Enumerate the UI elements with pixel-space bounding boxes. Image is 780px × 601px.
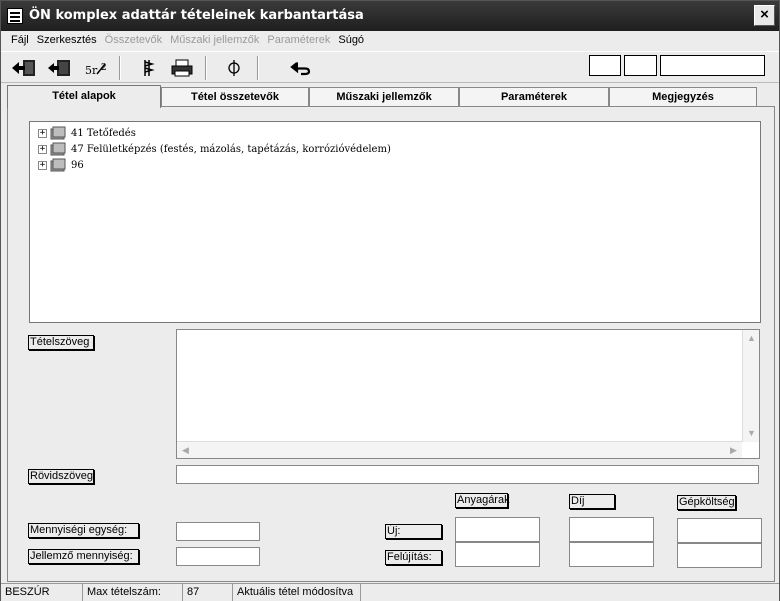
tree-node[interactable]: + 47 Felületképzés (festés, mázolás, tap… (38, 141, 760, 157)
dij-label: Díj (569, 494, 615, 509)
status-bar: BESZÚR Max tételszám: 87 Aktuális tétel … (1, 583, 779, 601)
status-max-value: 87 (183, 584, 233, 601)
record-field-3[interactable] (660, 55, 765, 76)
tree-node[interactable]: + 96 (38, 157, 760, 173)
uj-label: Új: (385, 524, 442, 539)
expand-icon[interactable]: + (38, 128, 47, 138)
status-max-label: Max tételszám: (83, 584, 183, 601)
tetelszoveg-textarea[interactable]: ▲ ▼ ◀ ▶ (176, 329, 760, 459)
fraction-icon: 5r 2 (85, 63, 107, 77)
app-icon (7, 8, 23, 24)
rovidszoveg-field[interactable] (176, 465, 759, 484)
item-tree[interactable]: + 41 Tetőfedés + 47 Felületképzés (festé… (29, 121, 761, 323)
back-door-button[interactable] (45, 56, 75, 80)
tree-node-label: 41 Tetőfedés (71, 127, 136, 139)
dij-felujitas-field[interactable] (569, 542, 654, 567)
tree-node-label: 47 Felületképzés (festés, mázolás, tapét… (71, 143, 391, 155)
menu-sugo[interactable]: Súgó (334, 34, 368, 46)
menu-parameterek[interactable]: Paraméterek (263, 34, 334, 46)
exit-door-button[interactable] (9, 56, 39, 80)
record-field-1[interactable] (589, 55, 621, 76)
gepkoltseg-label: Gépköltség (677, 495, 736, 510)
menu-szerkesztes[interactable]: Szerkesztés (33, 34, 101, 46)
anyagarak-uj-field[interactable] (455, 517, 540, 542)
scroll-left-icon[interactable]: ◀ (177, 442, 194, 459)
column-icon (144, 60, 155, 76)
tetelszoveg-label: Tételszöveg (28, 335, 94, 350)
tab-strip: Tétel alapok Tétel összetevők Műszaki je… (7, 85, 775, 108)
column-button[interactable] (133, 56, 163, 80)
menu-fajl[interactable]: Fájl (7, 34, 33, 46)
tree-node[interactable]: + 41 Tetőfedés (38, 125, 760, 141)
status-empty (361, 584, 779, 601)
scroll-right-icon[interactable]: ▶ (725, 442, 742, 459)
status-message: Aktuális tétel módosítva (233, 584, 361, 601)
anyagarak-label: Anyagárak (455, 493, 510, 508)
jellemzo-mennyiseg-label: Jellemző mennyiség: (28, 549, 139, 564)
dij-uj-field[interactable] (569, 517, 654, 542)
expand-icon[interactable]: + (38, 160, 47, 170)
mennyisegi-egyseg-field[interactable] (176, 522, 260, 541)
tab-muszaki-jellemzok[interactable]: Műszaki jellemzők (309, 87, 459, 107)
vertical-scrollbar[interactable]: ▲ ▼ (742, 330, 759, 442)
record-field-2[interactable] (624, 55, 657, 76)
gepkoltseg-felujitas-field[interactable] (677, 543, 762, 568)
gepkoltseg-uj-field[interactable] (677, 518, 762, 543)
undo-button[interactable] (287, 56, 317, 80)
svg-text:5r: 5r (85, 64, 98, 77)
jellemzo-mennyiseg-field[interactable] (176, 547, 260, 566)
anyagarak-felujitas-field[interactable] (455, 542, 540, 567)
toolbar-separator (257, 56, 259, 80)
toolbar-separator (119, 56, 121, 80)
menu-bar: Fájl Szerkesztés Összetevők Műszaki jell… (1, 31, 779, 49)
main-window: ÖN komplex adattár tételeinek karbantart… (0, 0, 780, 601)
scroll-down-icon[interactable]: ▼ (743, 425, 760, 442)
door-back-icon (48, 60, 70, 76)
book-icon (50, 158, 66, 172)
close-button[interactable]: × (754, 5, 775, 26)
title-bar[interactable]: ÖN komplex adattár tételeinek karbantart… (1, 1, 779, 31)
felujitas-label: Felújítás: (385, 550, 442, 565)
expand-icon[interactable]: + (38, 144, 47, 154)
toolbar-separator (205, 56, 207, 80)
horizontal-scrollbar[interactable]: ◀ ▶ (177, 441, 742, 458)
exit-door-icon (12, 60, 35, 76)
tree-node-label: 96 (71, 159, 84, 171)
menu-osszetevok[interactable]: Összetevők (101, 34, 166, 46)
book-icon (50, 142, 66, 156)
rovidszoveg-label: Rövidszöveg (28, 469, 94, 484)
tab-parameterek[interactable]: Paraméterek (459, 87, 609, 107)
status-mode: BESZÚR (1, 584, 83, 601)
phi-icon (228, 60, 240, 76)
scroll-up-icon[interactable]: ▲ (743, 330, 760, 347)
fraction-button[interactable]: 5r 2 (81, 56, 111, 80)
print-button[interactable] (167, 56, 197, 80)
phi-button[interactable] (219, 56, 249, 80)
svg-text:2: 2 (101, 63, 107, 73)
tab-megjegyzes[interactable]: Megjegyzés (609, 87, 757, 107)
undo-arrow-icon (290, 62, 311, 76)
book-icon (50, 126, 66, 140)
tab-tetel-alapok[interactable]: Tétel alapok (7, 85, 161, 108)
mennyisegi-egyseg-label: Mennyiségi egység: (28, 523, 139, 538)
window-title: ÖN komplex adattár tételeinek karbantart… (29, 8, 364, 23)
tab-tetel-osszetevok[interactable]: Tétel összetevők (161, 87, 309, 107)
toolbar: 5r 2 (1, 51, 779, 83)
menu-muszaki-jellemzok[interactable]: Műszaki jellemzők (166, 34, 263, 46)
printer-icon (171, 59, 193, 77)
